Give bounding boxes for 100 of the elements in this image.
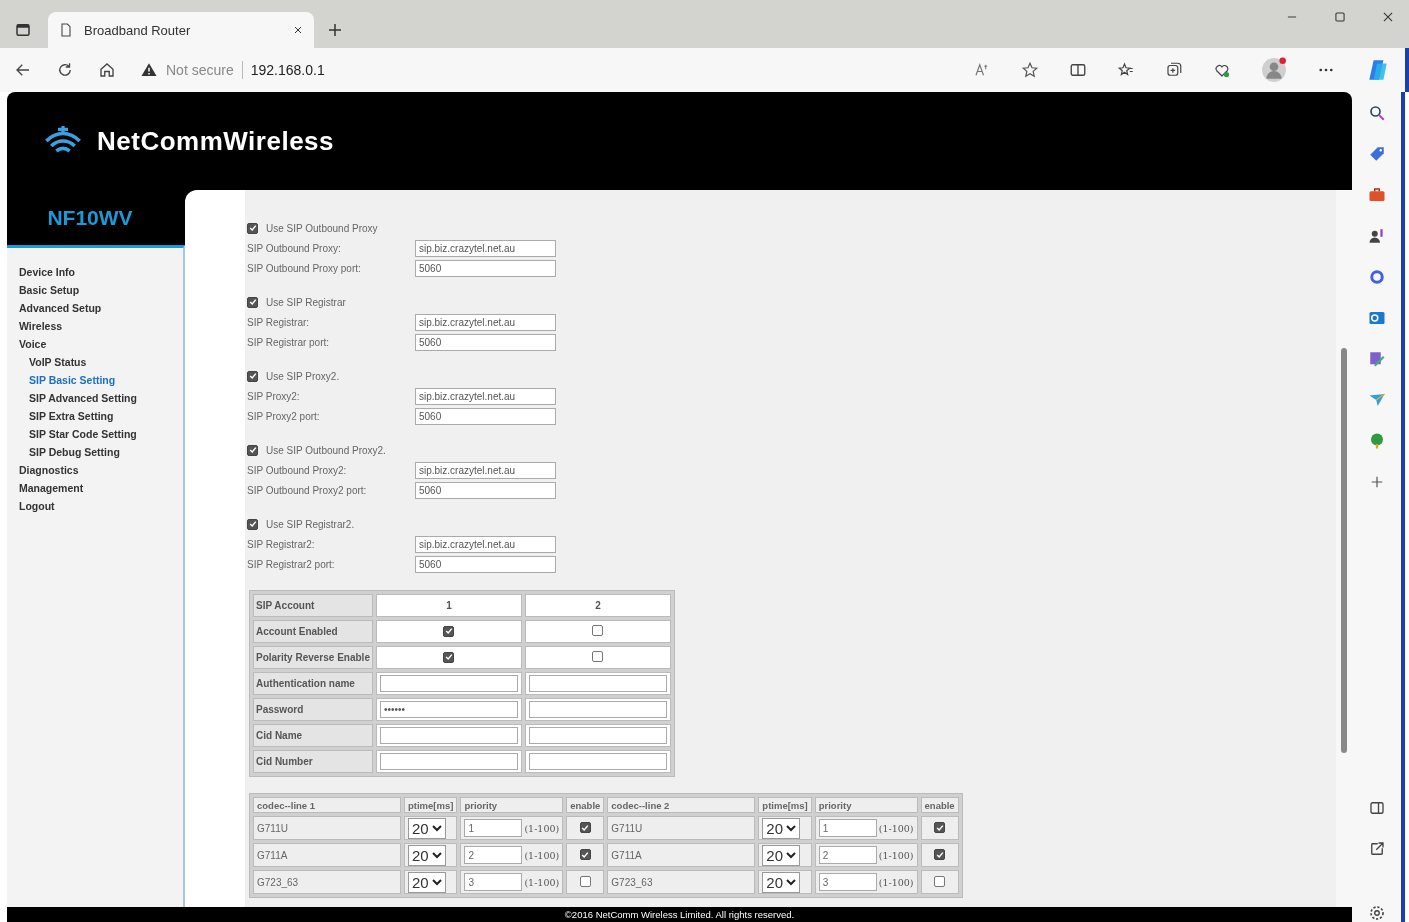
range-hint: (1-100) xyxy=(524,876,560,888)
warning-icon[interactable] xyxy=(140,61,158,79)
range-hint: (1-100) xyxy=(878,849,914,861)
nav-link[interactable]: Basic Setup xyxy=(19,281,183,299)
checkbox[interactable] xyxy=(247,222,258,234)
home-icon[interactable] xyxy=(98,61,116,79)
header-cell: enable xyxy=(920,797,959,813)
ptime-dropdown[interactable]: 20 xyxy=(408,817,446,839)
priority-field[interactable]: 3 xyxy=(818,873,877,891)
row-label: Cid Name xyxy=(253,724,373,747)
input-field[interactable]: 5060 xyxy=(415,407,556,425)
nav-link[interactable]: Wireless xyxy=(19,317,183,335)
input-field[interactable]: 5060 xyxy=(415,555,556,573)
scrollbar[interactable] xyxy=(1336,190,1352,907)
input-field[interactable]: 5060 xyxy=(415,259,556,277)
refresh-icon[interactable] xyxy=(56,61,74,79)
sidebar-icon[interactable] xyxy=(1367,799,1386,817)
checkbox[interactable] xyxy=(934,849,946,861)
close-icon[interactable] xyxy=(292,24,304,36)
favorites-icon[interactable] xyxy=(1117,61,1135,79)
input-field[interactable]: sip.biz.crazytel.net.au xyxy=(415,313,556,331)
header-cell: enable xyxy=(566,797,605,813)
checkbox[interactable] xyxy=(247,444,258,456)
ptime-dropdown[interactable]: 20 xyxy=(762,817,800,839)
chevron-icon xyxy=(431,878,442,886)
input-field[interactable] xyxy=(528,753,667,770)
checkbox[interactable] xyxy=(592,651,604,662)
profile-icon[interactable] xyxy=(1261,57,1287,83)
checkbox[interactable] xyxy=(579,849,591,861)
input-field[interactable]: 5060 xyxy=(415,333,556,351)
maximize-icon[interactable] xyxy=(1333,10,1347,24)
codec-name: G723_63 xyxy=(611,876,653,888)
nav-link[interactable]: Diagnostics xyxy=(19,461,183,479)
url-field[interactable]: 192.168.0.1 xyxy=(250,62,325,78)
checkbox[interactable] xyxy=(934,875,946,887)
chevron-icon xyxy=(786,851,796,859)
priority-field[interactable]: 2 xyxy=(818,846,877,864)
nav-link[interactable]: Management xyxy=(19,479,183,497)
header-cell: priority xyxy=(460,797,564,813)
ptime-dropdown[interactable]: 20 xyxy=(408,871,446,893)
field-label: SIP Outbound Proxy2 port: xyxy=(247,484,368,496)
input-field[interactable] xyxy=(528,675,667,692)
chevron-icon xyxy=(431,824,442,832)
nav-link[interactable]: SIP Debug Setting xyxy=(19,443,183,461)
input-field[interactable]: sip.biz.crazytel.net.au xyxy=(415,239,556,257)
tab-actions-icon[interactable] xyxy=(14,21,32,39)
close-icon[interactable] xyxy=(1381,10,1395,24)
input-field[interactable]: •••••• xyxy=(379,701,518,718)
plus-icon[interactable] xyxy=(326,21,344,39)
input-field[interactable]: sip.biz.crazytel.net.au xyxy=(415,387,556,405)
nav-link[interactable]: Logout xyxy=(19,497,183,515)
input-field[interactable]: sip.biz.crazytel.net.au xyxy=(415,535,556,553)
input-field[interactable]: sip.biz.crazytel.net.au xyxy=(415,461,556,479)
nav-link[interactable]: Device Info xyxy=(19,263,183,281)
nav-link[interactable]: VoIP Status xyxy=(19,353,183,371)
pen-icon[interactable] xyxy=(1367,350,1386,368)
checkbox[interactable] xyxy=(934,822,946,834)
priority-field[interactable]: 1 xyxy=(464,819,523,837)
row-label: Password xyxy=(253,698,373,721)
nav-link[interactable]: Advanced Setup xyxy=(19,299,183,317)
checkbox-label: Use SIP Proxy2. xyxy=(266,370,340,382)
codec-name: G711A xyxy=(257,849,288,861)
input-field[interactable] xyxy=(379,675,518,692)
checkbox[interactable] xyxy=(579,822,591,834)
checkbox[interactable] xyxy=(247,370,258,382)
priority-field[interactable]: 2 xyxy=(464,846,523,864)
input-field[interactable] xyxy=(528,701,667,718)
collections-icon[interactable] xyxy=(1165,61,1183,79)
briefcase-icon[interactable] xyxy=(1367,186,1386,204)
mail-app-icon[interactable] xyxy=(1367,309,1386,327)
person-icon[interactable] xyxy=(1367,227,1386,245)
header-cell: 2 xyxy=(524,594,671,617)
nav-link[interactable]: SIP Extra Setting xyxy=(19,407,183,425)
checkbox[interactable] xyxy=(592,625,604,636)
priority-field[interactable]: 1 xyxy=(818,819,877,837)
nav-link[interactable]: SIP Basic Setting xyxy=(19,371,183,389)
checkbox[interactable] xyxy=(247,518,258,530)
priority-field[interactable]: 3 xyxy=(464,873,523,891)
nav-link[interactable]: SIP Advanced Setting xyxy=(19,389,183,407)
checkbox[interactable] xyxy=(247,296,258,308)
checkbox[interactable] xyxy=(579,875,591,887)
input-field[interactable] xyxy=(379,753,518,770)
star-icon[interactable] xyxy=(1021,61,1039,79)
input-field[interactable] xyxy=(528,727,667,744)
ptime-dropdown[interactable]: 20 xyxy=(762,871,800,893)
checkbox[interactable] xyxy=(443,651,455,663)
ptime-dropdown[interactable]: 20 xyxy=(408,844,446,866)
split-screen-icon[interactable] xyxy=(1069,61,1087,79)
input-field[interactable] xyxy=(379,727,518,744)
nav-link[interactable]: Voice xyxy=(19,335,183,353)
settings-icon[interactable] xyxy=(1367,904,1386,922)
search-icon[interactable] xyxy=(1367,104,1386,122)
page-icon[interactable] xyxy=(58,22,74,38)
input-field[interactable]: 5060 xyxy=(415,481,556,499)
ring-icon[interactable] xyxy=(1367,268,1386,286)
field-label: SIP Proxy2 port: xyxy=(247,410,321,422)
ptime-dropdown[interactable]: 20 xyxy=(762,844,800,866)
header-cell: codec--line 1 xyxy=(253,797,401,813)
checkbox[interactable] xyxy=(443,625,455,637)
nav-link[interactable]: SIP Star Code Setting xyxy=(19,425,183,443)
